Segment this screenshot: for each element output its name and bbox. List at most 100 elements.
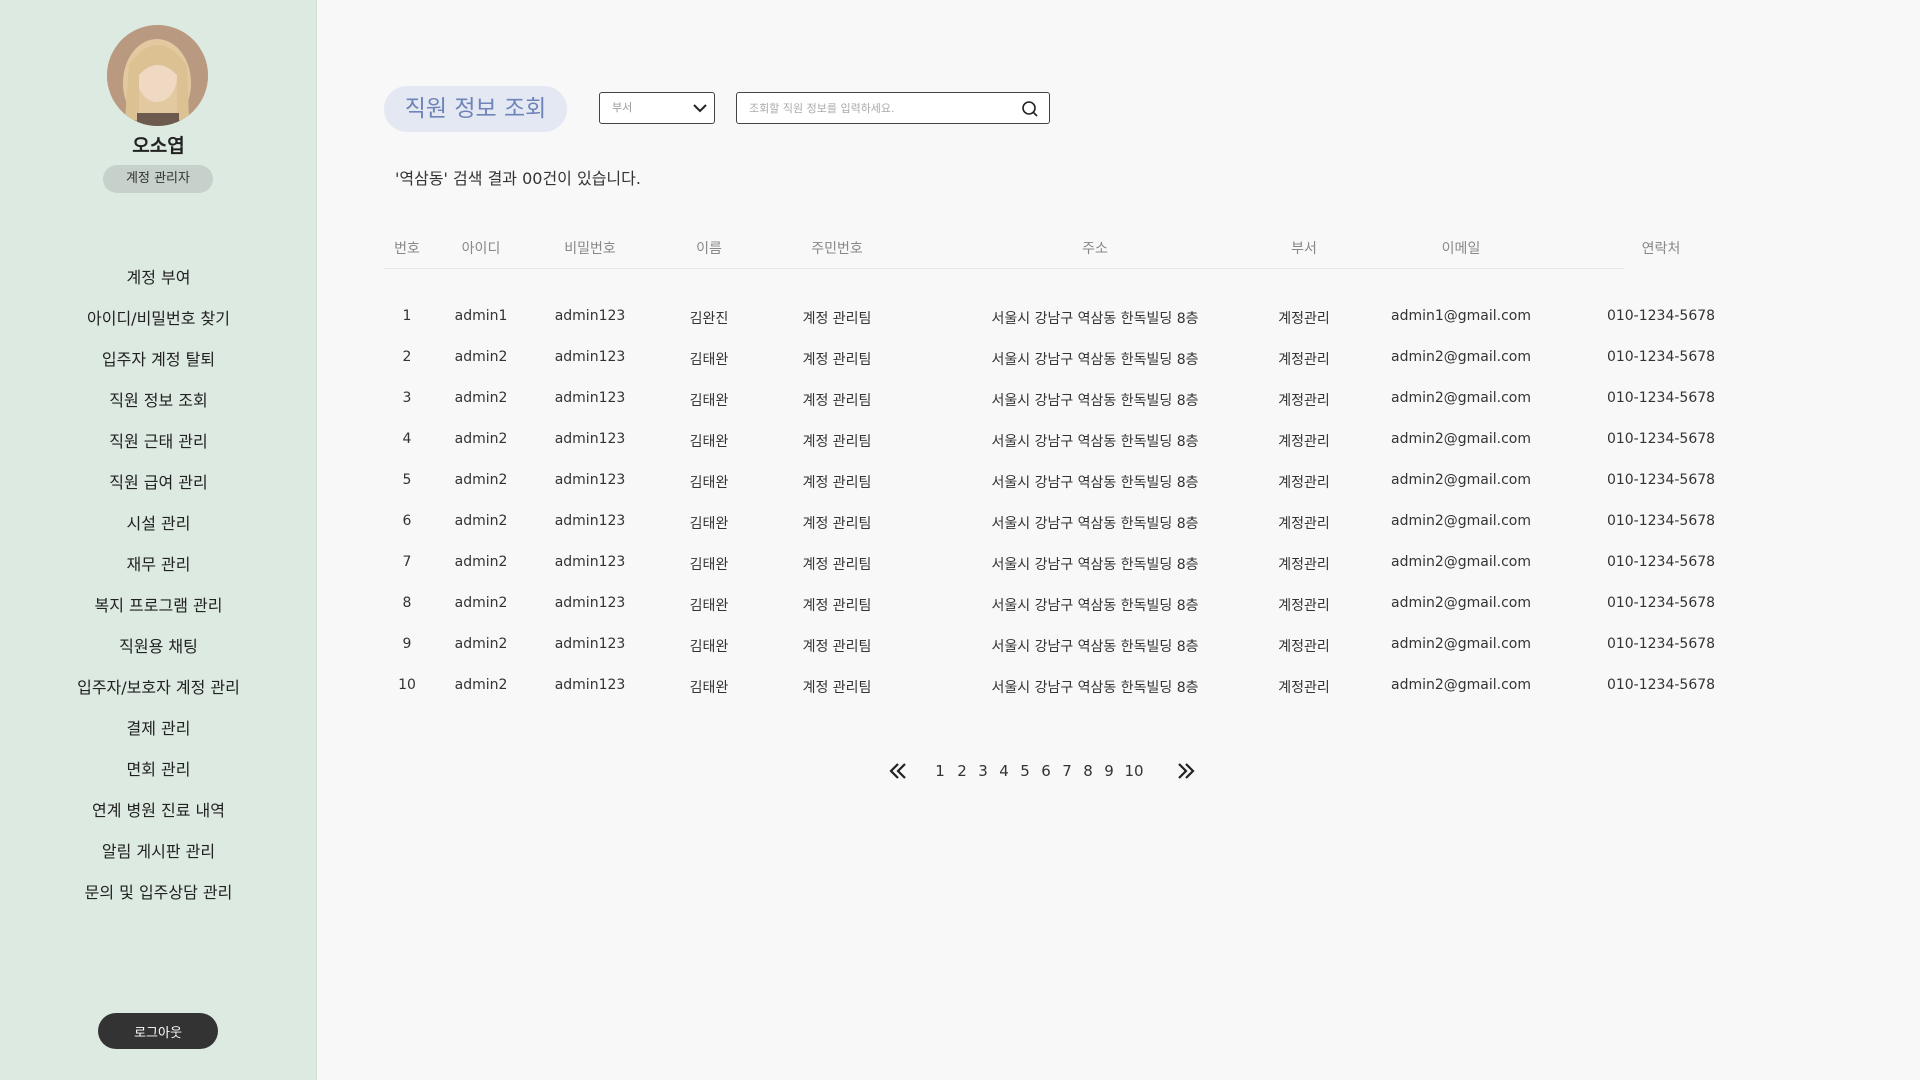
table-cell-email: admin1@gmail.com [1390,308,1532,324]
table-cell-name: 김태완 [689,516,729,532]
logout-button[interactable]: 로그아웃 [98,1013,218,1049]
table-cell-id: admin2 [454,349,508,365]
sidebar-item-staff-attendance[interactable]: 직원 근태 관리 [0,426,317,467]
page-number-2[interactable]: 2 [957,762,967,780]
page-number-7[interactable]: 7 [1062,762,1072,780]
table-cell-name: 김태완 [689,352,729,368]
table-cell-number: 5 [402,472,412,488]
table-cell-address: 서울시 강남구 역삼동 한독빌딩 8층 [991,680,1199,696]
table-cell-number: 1 [402,308,412,324]
table-cell-department: 계정관리 [1278,352,1330,368]
sidebar-item-notice-board[interactable]: 알림 게시판 관리 [0,836,317,877]
double-chevron-left-icon[interactable] [887,760,909,782]
table-cell-id: admin2 [454,390,508,406]
table-header-divider [384,268,1624,269]
table-cell-id: admin2 [454,677,508,693]
table-header-address: 주소 [1082,241,1108,257]
page-number-6[interactable]: 6 [1041,762,1051,780]
table-cell-email: admin2@gmail.com [1390,390,1532,406]
table-cell-number: 4 [402,431,412,447]
table-cell-address: 서울시 강남구 역삼동 한독빌딩 8층 [991,352,1199,368]
sidebar-item-find-id-password[interactable]: 아이디/비밀번호 찾기 [0,303,317,344]
table-cell-number: 9 [402,636,412,652]
table-cell-name: 김완진 [689,311,729,327]
search-result-text: '역삼동' 검색 결과 00건이 있습니다. [395,169,641,188]
table-cell-ssn: 계정 관리팀 [802,352,872,368]
table-header-department: 부서 [1291,241,1317,257]
page-number-5[interactable]: 5 [1020,762,1030,780]
sidebar-item-hospital-records[interactable]: 연계 병원 진료 내역 [0,795,317,836]
sidebar-item-staff-info[interactable]: 직원 정보 조회 [0,385,317,426]
table-cell-department: 계정관리 [1278,311,1330,327]
table-cell-email: admin2@gmail.com [1390,472,1532,488]
page-number-1[interactable]: 1 [935,762,945,780]
table-cell-address: 서울시 강남구 역삼동 한독빌딩 8층 [991,516,1199,532]
table-cell-password: admin123 [554,595,626,611]
table-cell-id: admin2 [454,595,508,611]
sidebar-item-visit[interactable]: 면회 관리 [0,754,317,795]
table-cell-number: 6 [402,513,412,529]
table-cell-name: 김태완 [689,475,729,491]
table-cell-password: admin123 [554,308,626,324]
table-cell-email: admin2@gmail.com [1390,431,1532,447]
department-select[interactable]: 부서 [599,92,715,124]
table-cell-address: 서울시 강남구 역삼동 한독빌딩 8층 [991,598,1199,614]
table-cell-department: 계정관리 [1278,680,1330,696]
table-cell-address: 서울시 강남구 역삼동 한독빌딩 8층 [991,434,1199,450]
table-cell-phone: 010-1234-5678 [1606,513,1716,529]
table-header-id: 아이디 [461,241,501,257]
table-cell-password: admin123 [554,636,626,652]
table-cell-password: admin123 [554,554,626,570]
sidebar-item-welfare-program[interactable]: 복지 프로그램 관리 [0,590,317,631]
search-icon[interactable] [1021,100,1039,118]
page-number-4[interactable]: 4 [999,762,1009,780]
table-cell-ssn: 계정 관리팀 [802,598,872,614]
table-cell-address: 서울시 강남구 역삼동 한독빌딩 8층 [991,311,1199,327]
sidebar-item-inquiry[interactable]: 문의 및 입주상담 관리 [0,877,317,918]
table-header-email: 이메일 [1441,241,1481,257]
page-number-9[interactable]: 9 [1104,762,1114,780]
page-number-3[interactable]: 3 [978,762,988,780]
table-cell-id: admin2 [454,431,508,447]
table-cell-id: admin2 [454,554,508,570]
page-number-10[interactable]: 10 [1124,762,1143,780]
sidebar-item-resident-guardian-accounts[interactable]: 입주자/보호자 계정 관리 [0,672,317,713]
table-cell-phone: 010-1234-5678 [1606,677,1716,693]
table-cell-email: admin2@gmail.com [1390,677,1532,693]
sidebar-item-facility[interactable]: 시설 관리 [0,508,317,549]
table-cell-password: admin123 [554,431,626,447]
search-input[interactable] [749,93,1019,123]
sidebar-item-resident-withdrawal[interactable]: 입주자 계정 탈퇴 [0,344,317,385]
table-cell-name: 김태완 [689,680,729,696]
table-cell-password: admin123 [554,390,626,406]
table-cell-phone: 010-1234-5678 [1606,349,1716,365]
table-cell-ssn: 계정 관리팀 [802,393,872,409]
table-cell-password: admin123 [554,472,626,488]
table-cell-id: admin1 [454,308,508,324]
table-cell-password: admin123 [554,513,626,529]
sidebar-nav: 계정 부여 아이디/비밀번호 찾기 입주자 계정 탈퇴 직원 정보 조회 직원 … [0,262,317,918]
table-cell-address: 서울시 강남구 역삼동 한독빌딩 8층 [991,639,1199,655]
table-cell-id: admin2 [454,636,508,652]
page-number-8[interactable]: 8 [1083,762,1093,780]
chevron-down-icon [693,104,707,113]
sidebar-item-staff-salary[interactable]: 직원 급여 관리 [0,467,317,508]
table-cell-email: admin2@gmail.com [1390,636,1532,652]
table-cell-department: 계정관리 [1278,475,1330,491]
sidebar-item-finance[interactable]: 재무 관리 [0,549,317,590]
avatar [107,25,208,126]
table-cell-name: 김태완 [689,393,729,409]
table-header-phone: 연락처 [1641,241,1681,257]
table-header-password: 비밀번호 [564,241,616,257]
double-chevron-right-icon[interactable] [1175,760,1197,782]
sidebar-item-payment[interactable]: 결제 관리 [0,713,317,754]
table-cell-address: 서울시 강남구 역삼동 한독빌딩 8층 [991,393,1199,409]
table-cell-email: admin2@gmail.com [1390,595,1532,611]
table-cell-phone: 010-1234-5678 [1606,308,1716,324]
department-select-value: 부서 [612,101,633,114]
table-cell-ssn: 계정 관리팀 [802,516,872,532]
table-cell-number: 3 [402,390,412,406]
sidebar-item-account-grant[interactable]: 계정 부여 [0,262,317,303]
sidebar-item-staff-chat[interactable]: 직원용 채팅 [0,631,317,672]
sidebar: 오소엽 계정 관리자 계정 부여 아이디/비밀번호 찾기 입주자 계정 탈퇴 직… [0,0,317,1080]
